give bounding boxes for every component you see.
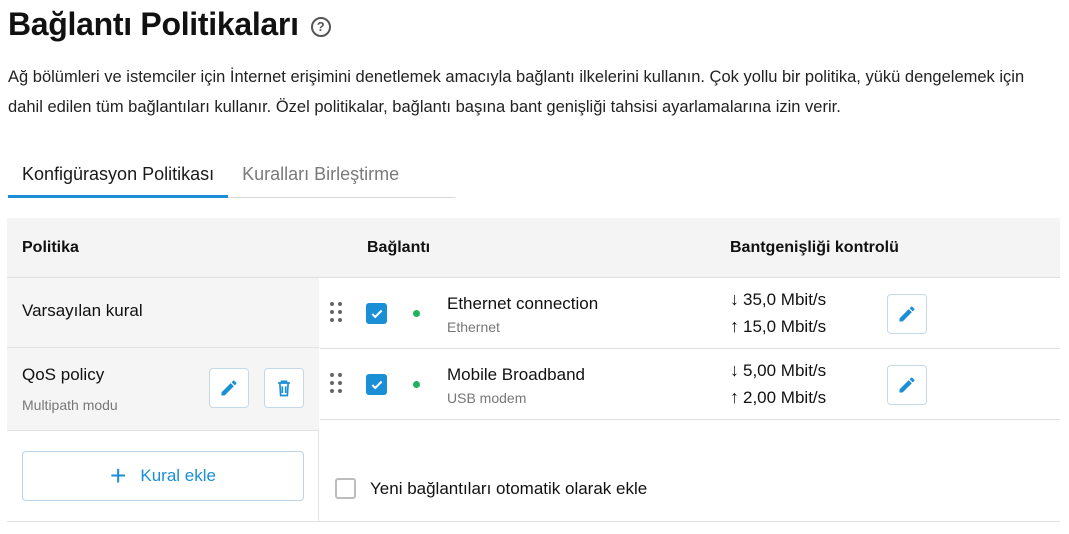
page-title: Bağlantı Politikaları <box>8 6 299 42</box>
arrow-up-icon: ↑ <box>730 387 739 407</box>
column-header-connection: Bağlantı <box>367 239 431 256</box>
connection-row: Ethernet connection Ethernet ↓ 35,0 Mbit… <box>320 278 1060 349</box>
pencil-icon <box>899 306 915 322</box>
tab-bar: Konfigürasyon Politikası Kuralları Birle… <box>8 150 455 198</box>
auto-add-checkbox[interactable] <box>335 478 356 499</box>
page-description: Ağ bölümleri ve istemciler için İnternet… <box>8 68 1025 116</box>
policy-item-default[interactable]: Varsayılan kural <box>7 278 319 348</box>
download-limit: ↓ 5,00 Mbit/s <box>730 360 826 381</box>
policy-list: Varsayılan kural QoS policy Multipath mo… <box>7 278 319 522</box>
edit-policy-button[interactable] <box>209 368 249 408</box>
policy-name: QoS policy <box>22 365 105 384</box>
tab-configuration-policy[interactable]: Konfigürasyon Politikası <box>8 150 229 198</box>
auto-add-label: Yeni bağlantıları otomatik olarak ekle <box>370 478 648 498</box>
policy-name: Varsayılan kural <box>22 301 143 320</box>
delete-policy-button[interactable] <box>264 368 304 408</box>
connection-enabled-checkbox[interactable] <box>366 374 387 395</box>
add-rule-label: Kural ekle <box>140 466 216 485</box>
status-online-icon <box>413 310 420 317</box>
connection-name: Ethernet connection <box>447 294 599 313</box>
upload-limit: ↑ 15,0 Mbit/s <box>730 316 826 337</box>
arrow-up-icon: ↑ <box>730 316 739 336</box>
drag-handle-icon[interactable] <box>330 302 344 324</box>
auto-add-option: Yeni bağlantıları otomatik olarak ekle <box>335 478 647 499</box>
connection-type: USB modem <box>447 390 527 406</box>
upload-value: 2,00 Mbit/s <box>743 387 827 407</box>
edit-bandwidth-button[interactable] <box>887 294 927 334</box>
column-header-bandwidth: Bantgenişliği kontrolü <box>730 239 899 256</box>
connection-row: Mobile Broadband USB modem ↓ 5,00 Mbit/s… <box>320 349 1060 420</box>
add-rule-button[interactable]: + Kural ekle <box>22 451 304 501</box>
page-header: Bağlantı Politikaları ? <box>8 6 331 43</box>
status-online-icon <box>413 381 420 388</box>
help-icon[interactable]: ? <box>310 16 331 37</box>
column-header-policy: Politika <box>22 239 79 256</box>
upload-limit: ↑ 2,00 Mbit/s <box>730 387 826 408</box>
upload-value: 15,0 Mbit/s <box>743 316 827 336</box>
arrow-down-icon: ↓ <box>730 289 739 309</box>
check-icon <box>371 309 382 318</box>
edit-bandwidth-button[interactable] <box>887 365 927 405</box>
connection-enabled-checkbox[interactable] <box>366 303 387 324</box>
download-value: 5,00 Mbit/s <box>743 360 827 380</box>
policy-table: Politika Bağlantı Bantgenişliği kontrolü… <box>7 218 1060 522</box>
download-value: 35,0 Mbit/s <box>743 289 827 309</box>
check-icon <box>371 380 382 389</box>
divider <box>7 521 1060 522</box>
tab-merge-rules[interactable]: Kuralları Birleştirme <box>228 150 413 198</box>
connection-name: Mobile Broadband <box>447 365 585 384</box>
download-limit: ↓ 35,0 Mbit/s <box>730 289 826 310</box>
policy-item-qos[interactable]: QoS policy Multipath modu <box>7 348 319 431</box>
pencil-icon <box>221 380 237 396</box>
pencil-icon <box>899 377 915 393</box>
table-header: Politika Bağlantı Bantgenişliği kontrolü <box>7 218 1060 278</box>
policy-mode: Multipath modu <box>22 397 118 413</box>
connection-type: Ethernet <box>447 319 500 335</box>
plus-icon: + <box>110 460 127 491</box>
arrow-down-icon: ↓ <box>730 360 739 380</box>
trash-icon <box>278 380 290 397</box>
drag-handle-icon[interactable] <box>330 373 344 395</box>
